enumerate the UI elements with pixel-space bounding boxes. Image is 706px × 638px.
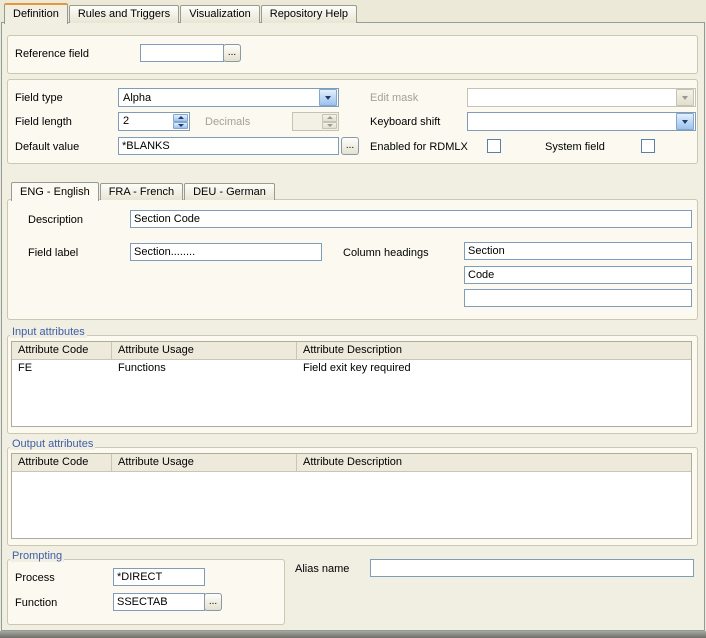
field-type-label: Field type	[15, 92, 63, 104]
reference-field-input[interactable]	[140, 44, 224, 62]
spin-down-icon	[322, 122, 337, 130]
process-input[interactable]	[113, 568, 205, 586]
decimals-value	[293, 113, 321, 130]
system-field-checkbox[interactable]	[641, 139, 655, 153]
column-heading-1-input[interactable]	[464, 242, 692, 260]
function-input[interactable]	[113, 593, 205, 611]
cell-attribute-description: Field exit key required	[297, 360, 691, 377]
tab-deu-german[interactable]: DEU - German	[184, 183, 275, 200]
default-value-label: Default value	[15, 141, 79, 153]
table-header-row: Attribute Code Attribute Usage Attribute…	[12, 342, 691, 360]
process-label: Process	[15, 572, 55, 584]
field-type-combobox[interactable]: Alpha	[118, 88, 339, 107]
function-label: Function	[15, 597, 57, 609]
system-field-label: System field	[545, 141, 605, 153]
alias-name-input[interactable]	[370, 559, 694, 577]
tab-rules-and-triggers[interactable]: Rules and Triggers	[69, 5, 179, 23]
field-length-label: Field length	[15, 116, 72, 128]
cell-attribute-code: FE	[12, 360, 112, 377]
description-label: Description	[28, 214, 83, 226]
tab-definition[interactable]: Definition	[4, 3, 68, 24]
prompting-title: Prompting	[10, 550, 64, 562]
language-tab-strip: ENG - English FRA - French DEU - German	[11, 181, 275, 200]
field-type-value: Alpha	[119, 92, 318, 104]
field-label-label: Field label	[28, 247, 78, 259]
column-header-attribute-description[interactable]: Attribute Description	[297, 454, 691, 471]
window-resize-edge[interactable]	[0, 631, 706, 638]
chevron-down-icon[interactable]	[319, 89, 337, 106]
table-header-row: Attribute Code Attribute Usage Attribute…	[12, 454, 691, 472]
column-header-attribute-code[interactable]: Attribute Code	[12, 454, 112, 471]
field-length-spinner[interactable]: 2	[118, 112, 190, 131]
edit-mask-label: Edit mask	[370, 92, 418, 104]
tab-visualization[interactable]: Visualization	[180, 5, 260, 23]
column-header-attribute-description[interactable]: Attribute Description	[297, 342, 691, 359]
column-header-attribute-usage[interactable]: Attribute Usage	[112, 454, 297, 471]
reference-field-group	[7, 35, 698, 74]
field-length-value: 2	[119, 113, 172, 130]
rdmlx-label: Enabled for RDMLX	[370, 141, 468, 153]
main-tab-strip: Definition Rules and Triggers Visualizat…	[4, 3, 357, 23]
spin-up-icon[interactable]	[173, 114, 188, 122]
column-heading-3-input[interactable]	[464, 289, 692, 307]
column-header-attribute-code[interactable]: Attribute Code	[12, 342, 112, 359]
column-heading-2-input[interactable]	[464, 266, 692, 284]
default-value-input[interactable]	[118, 137, 339, 155]
output-attributes-title: Output attributes	[10, 438, 95, 450]
spin-up-icon	[322, 114, 337, 122]
rdmlx-checkbox[interactable]	[487, 139, 501, 153]
keyboard-shift-label: Keyboard shift	[370, 116, 440, 128]
edit-mask-combobox	[467, 88, 696, 107]
reference-field-browse-button[interactable]: ...	[223, 44, 241, 62]
keyboard-shift-combobox[interactable]	[467, 112, 696, 131]
decimals-spinner	[292, 112, 339, 131]
description-input[interactable]	[130, 210, 692, 228]
column-headings-label: Column headings	[343, 247, 429, 259]
decimals-label: Decimals	[205, 116, 250, 128]
reference-field-label: Reference field	[15, 48, 89, 60]
spin-down-icon[interactable]	[173, 122, 188, 130]
chevron-down-icon	[676, 89, 694, 106]
alias-name-label: Alias name	[295, 563, 349, 575]
table-row[interactable]: FE Functions Field exit key required	[12, 360, 691, 377]
input-attributes-title: Input attributes	[10, 326, 87, 338]
function-browse-button[interactable]: ...	[204, 593, 222, 611]
tab-fra-french[interactable]: FRA - French	[100, 183, 183, 200]
field-label-input[interactable]	[130, 243, 322, 261]
field-definition-window: Definition Rules and Triggers Visualizat…	[0, 0, 706, 638]
chevron-down-icon[interactable]	[676, 113, 694, 130]
tab-eng-english[interactable]: ENG - English	[11, 182, 99, 201]
default-value-browse-button[interactable]: ...	[341, 137, 359, 155]
column-header-attribute-usage[interactable]: Attribute Usage	[112, 342, 297, 359]
output-attributes-table[interactable]: Attribute Code Attribute Usage Attribute…	[11, 453, 692, 539]
cell-attribute-usage: Functions	[112, 360, 297, 377]
tab-repository-help[interactable]: Repository Help	[261, 5, 357, 23]
input-attributes-table[interactable]: Attribute Code Attribute Usage Attribute…	[11, 341, 692, 427]
